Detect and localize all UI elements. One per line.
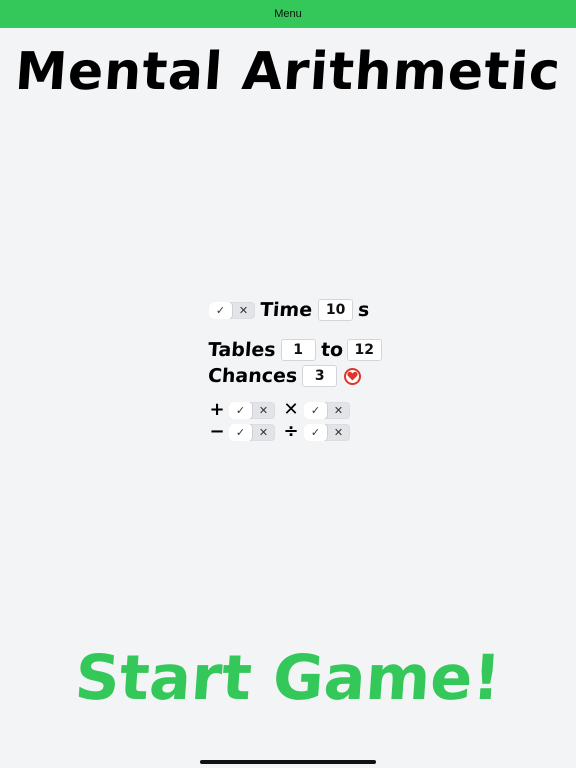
add-toggle-off[interactable]: ✕ xyxy=(252,402,275,419)
time-label: Time xyxy=(259,299,313,321)
time-input[interactable]: 10 xyxy=(318,299,354,321)
start-game-button[interactable]: Start Game! xyxy=(0,636,576,720)
chances-row: Chances 3 xyxy=(207,364,362,388)
subtract-toggle[interactable]: ✓ ✕ xyxy=(229,423,275,441)
chances-input[interactable]: 3 xyxy=(302,365,338,387)
tables-from-input[interactable]: 1 xyxy=(280,339,316,361)
menu-button[interactable]: Menu xyxy=(274,8,302,20)
subtract-toggle-off[interactable]: ✕ xyxy=(252,424,275,441)
time-row: ✓ ✕ Time 10 s xyxy=(209,298,371,322)
multiply-toggle-off[interactable]: ✕ xyxy=(327,402,350,419)
operations-row-2: − ✓ ✕ ÷ ✓ ✕ xyxy=(208,423,350,441)
tables-row: Tables 1 to 12 xyxy=(207,338,382,362)
multiply-toggle-on[interactable]: ✓ xyxy=(304,401,327,419)
operations-row-1: + ✓ ✕ ✕ ✓ ✕ xyxy=(208,401,350,419)
page-title: Mental Arithmetic xyxy=(13,42,563,102)
time-toggle-off[interactable]: ✕ xyxy=(232,302,255,319)
add-toggle[interactable]: ✓ ✕ xyxy=(229,401,275,419)
app-root: Menu Mental Arithmetic ✓ ✕ Time 10 s Tab… xyxy=(0,0,576,768)
divide-icon: ÷ xyxy=(283,421,299,442)
add-toggle-on[interactable]: ✓ xyxy=(229,401,252,419)
tables-to-input[interactable]: 12 xyxy=(346,339,382,361)
time-unit: s xyxy=(357,299,371,321)
plus-icon: + xyxy=(209,399,225,420)
time-toggle[interactable]: ✓ ✕ xyxy=(209,301,255,319)
home-indicator xyxy=(200,760,376,764)
tables-to-label: to xyxy=(319,339,344,361)
menu-bar: Menu xyxy=(0,0,576,28)
chances-label: Chances xyxy=(207,365,299,387)
multiply-icon: ✕ xyxy=(283,399,299,420)
minus-icon: − xyxy=(209,421,225,442)
subtract-toggle-on[interactable]: ✓ xyxy=(229,423,252,441)
heart-glyph-icon xyxy=(347,371,358,381)
divide-toggle-on[interactable]: ✓ xyxy=(304,423,327,441)
divide-toggle-off[interactable]: ✕ xyxy=(327,424,350,441)
heart-icon xyxy=(344,367,362,385)
tables-label: Tables xyxy=(207,339,277,361)
divide-toggle[interactable]: ✓ ✕ xyxy=(304,423,350,441)
time-toggle-on[interactable]: ✓ xyxy=(209,301,232,319)
multiply-toggle[interactable]: ✓ ✕ xyxy=(304,401,350,419)
